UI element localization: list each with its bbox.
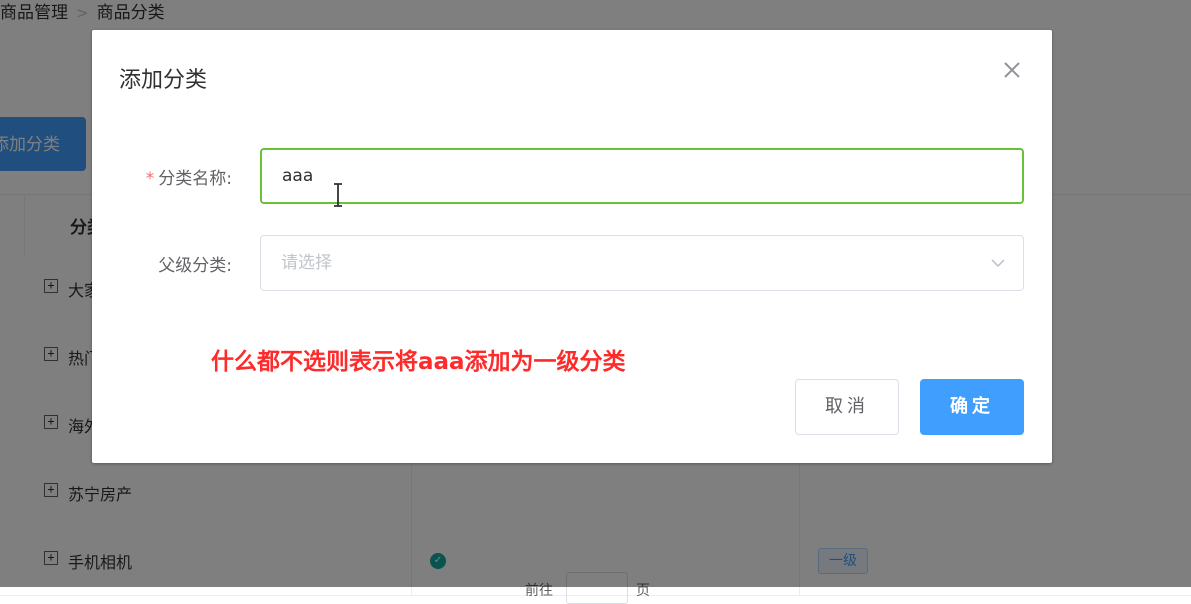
chevron-down-icon [991, 259, 1005, 268]
required-mark: * [145, 169, 155, 189]
parent-field-label: 父级分类: [158, 256, 232, 276]
name-label-text: 分类名称: [158, 169, 232, 189]
annotation-note: 什么都不选则表示将aaa添加为一级分类 [211, 349, 626, 375]
cancel-button[interactable]: 取消 [795, 379, 899, 435]
close-icon[interactable] [1000, 58, 1024, 82]
text-cursor-icon [334, 183, 342, 207]
confirm-button[interactable]: 确定 [920, 379, 1024, 435]
category-name-input[interactable]: aaa [260, 148, 1024, 204]
name-field-label: * 分类名称: [92, 164, 232, 189]
add-category-dialog: 添加分类 * 分类名称: aaa 父级分类: 请选择 什么都不选则表示将aaa添加… [92, 30, 1052, 463]
dialog-title: 添加分类 [119, 68, 208, 93]
parent-category-select[interactable]: 请选择 [260, 235, 1024, 291]
